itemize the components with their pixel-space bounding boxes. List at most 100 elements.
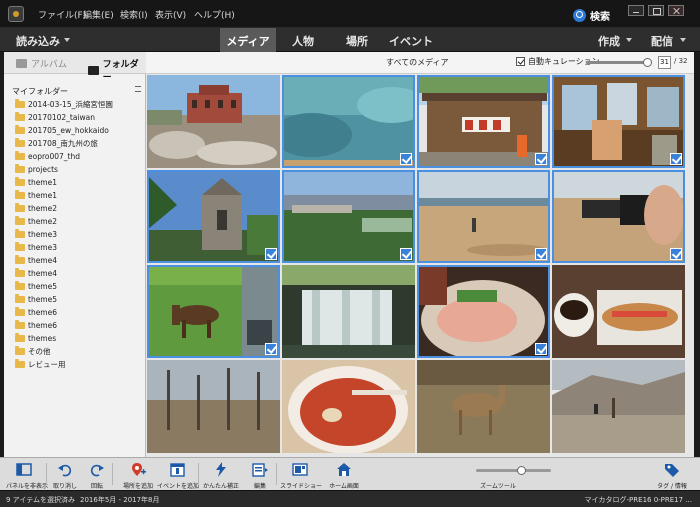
folder-label: theme5	[28, 295, 58, 304]
selected-check-icon[interactable]	[535, 248, 547, 260]
separator	[198, 463, 199, 485]
thumb-red-brick-building[interactable]	[147, 75, 280, 168]
chevron-down-icon[interactable]	[64, 38, 70, 42]
tags-info-button[interactable]: タグ / 情報	[650, 458, 694, 491]
zoom-label: ズームツール	[480, 483, 516, 490]
thumb-horse-car-window[interactable]	[147, 265, 280, 358]
date-range: 2016年5月 - 2017年8月	[80, 496, 160, 504]
undo-icon	[57, 462, 73, 477]
menu-file[interactable]: ファイル(F)	[38, 8, 86, 21]
folder-item[interactable]: theme5	[4, 280, 146, 293]
thumb-bare-forest[interactable]	[147, 360, 280, 453]
list-view-icon[interactable]	[135, 86, 141, 92]
menu-help[interactable]: ヘルプ(H)	[194, 8, 235, 21]
maximize-icon[interactable]	[648, 5, 664, 16]
minimize-icon[interactable]	[628, 5, 644, 16]
menu-find[interactable]: 検索(I)	[120, 8, 148, 21]
share-button[interactable]: 配信	[651, 33, 673, 49]
curation-slider-handle[interactable]	[642, 58, 652, 67]
add-place-button[interactable]: 場所を追加	[118, 458, 158, 491]
folder-label: theme1	[28, 191, 58, 200]
catalog-name[interactable]: マイカタログ-PRE16 0-PRE17 ...	[585, 495, 692, 505]
selected-check-icon[interactable]	[535, 343, 547, 355]
folder-item[interactable]: 20170102_taiwan	[4, 111, 146, 124]
folder-item[interactable]: theme3	[4, 241, 146, 254]
selected-check-icon[interactable]	[265, 248, 277, 260]
quick-fix-button[interactable]: かんたん補正	[201, 458, 241, 491]
thumb-deer[interactable]	[417, 360, 550, 453]
separator	[46, 463, 47, 485]
chevron-down-icon[interactable]	[626, 38, 632, 42]
thumb-waterfall[interactable]	[282, 265, 415, 358]
thumb-shrine-shop[interactable]	[417, 75, 550, 168]
curation-value-input[interactable]: 31	[658, 56, 671, 69]
thumb-beach-person[interactable]	[417, 170, 550, 263]
selected-check-icon[interactable]	[670, 153, 682, 165]
selected-check-icon[interactable]	[400, 153, 412, 165]
create-button[interactable]: 作成	[598, 33, 620, 49]
folder-icon	[15, 346, 25, 355]
panel-toggle-button[interactable]: パネルを非表示	[6, 458, 48, 491]
tab-media[interactable]: メディア	[220, 28, 276, 52]
tab-events[interactable]: イベント	[386, 28, 436, 52]
thumb-stone-church[interactable]	[147, 170, 280, 263]
folder-icon	[15, 281, 25, 290]
menu-edit[interactable]: 編集(E)	[83, 8, 114, 21]
thumb-camcorder-hand[interactable]	[552, 170, 685, 263]
folder-item[interactable]: theme4	[4, 267, 146, 280]
auto-curation-checkbox[interactable]	[516, 57, 525, 66]
chevron-down-icon[interactable]	[680, 38, 686, 42]
thumb-coffee-sandwich[interactable]	[552, 265, 685, 358]
folder-item[interactable]: themes	[4, 332, 146, 345]
folder-item[interactable]: theme6	[4, 306, 146, 319]
folder-item[interactable]: theme5	[4, 293, 146, 306]
thumb-clear-water[interactable]	[282, 75, 415, 168]
thumb-volcanic-landscape[interactable]	[552, 360, 685, 453]
folder-label: theme6	[28, 308, 58, 317]
slideshow-button[interactable]: スライドショー	[280, 458, 322, 491]
search-button[interactable]: 検索	[573, 7, 610, 23]
folder-item[interactable]: theme1	[4, 176, 146, 189]
folder-item[interactable]: 201705_ew_hokkaido	[4, 124, 146, 137]
edit-button[interactable]: 編集	[243, 458, 277, 491]
folder-item[interactable]: theme6	[4, 319, 146, 332]
folder-item[interactable]: theme2	[4, 215, 146, 228]
menu-view[interactable]: 表示(V)	[155, 8, 186, 21]
selected-check-icon[interactable]	[670, 248, 682, 260]
app-logo-icon	[8, 6, 24, 22]
zoom-slider[interactable]	[476, 466, 551, 475]
zoom-slider-handle[interactable]	[517, 466, 526, 475]
close-icon[interactable]	[668, 5, 684, 16]
tab-places[interactable]: 場所	[332, 28, 382, 52]
add-event-button[interactable]: イベントを追加	[156, 458, 200, 491]
rotate-button[interactable]: 回転	[82, 458, 112, 491]
thumb-red-soup[interactable]	[282, 360, 415, 453]
tab-folders[interactable]: フォルダー	[88, 57, 146, 83]
folder-item[interactable]: theme1	[4, 189, 146, 202]
selected-check-icon[interactable]	[535, 153, 547, 165]
folder-item[interactable]: 2014-03-15_浜縮宮恒園	[4, 98, 146, 111]
application-window: ファイル(F) 編集(E) 検索(I) 表示(V) ヘルプ(H) 検索 読み込み…	[0, 0, 700, 507]
main-toolbar: 読み込み メディア 人物 場所 イベント 作成 配信	[0, 28, 700, 52]
folder-item[interactable]: レビュー用	[4, 358, 146, 371]
tags-info-label: タグ / 情報	[657, 483, 687, 490]
folder-item[interactable]: theme2	[4, 202, 146, 215]
thumb-city-view[interactable]	[282, 170, 415, 263]
folder-item[interactable]: その他	[4, 345, 146, 358]
folder-item[interactable]: theme4	[4, 254, 146, 267]
undo-button[interactable]: 取り消し	[51, 458, 79, 491]
import-button[interactable]: 読み込み	[16, 33, 60, 49]
thumb-sashimi-dish[interactable]	[417, 265, 550, 358]
folder-item[interactable]: projects	[4, 163, 146, 176]
selected-check-icon[interactable]	[400, 248, 412, 260]
selected-check-icon[interactable]	[265, 343, 277, 355]
tab-people[interactable]: 人物	[278, 28, 328, 52]
tab-albums[interactable]: アルバム	[16, 57, 67, 70]
curation-slider[interactable]	[586, 58, 652, 67]
thumb-train-interior[interactable]	[552, 75, 685, 168]
home-button[interactable]: ホーム画面	[324, 458, 364, 491]
folder-icon	[15, 216, 25, 225]
folder-item[interactable]: eopro007_thd	[4, 150, 146, 163]
folder-item[interactable]: 201708_南九州の旅	[4, 137, 146, 150]
folder-item[interactable]: theme3	[4, 228, 146, 241]
